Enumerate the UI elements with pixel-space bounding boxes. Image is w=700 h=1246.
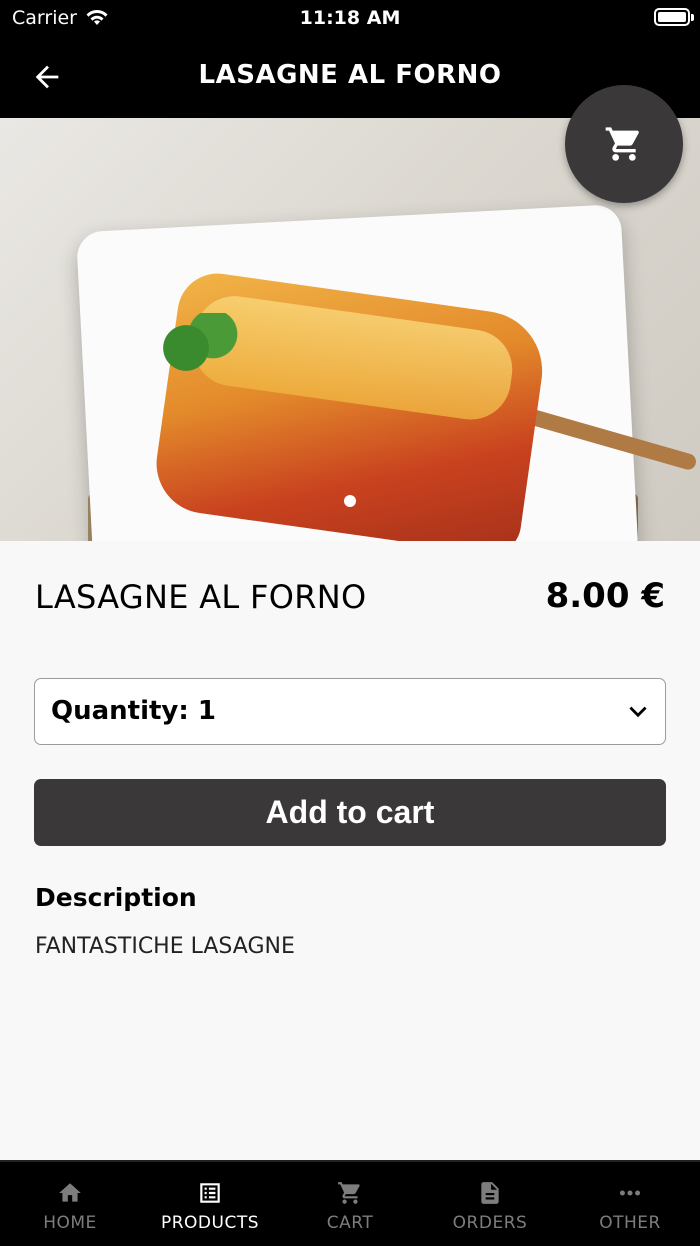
more-icon: [619, 1190, 641, 1196]
quantity-select[interactable]: Quantity: 1: [34, 678, 666, 745]
tab-products-label: PRODUCTS: [160, 1213, 260, 1233]
home-icon: [59, 1183, 81, 1202]
status-bar: Carrier 11:18 AM: [0, 0, 700, 36]
tab-home[interactable]: HOME: [0, 1162, 140, 1246]
tab-home-label: HOME: [43, 1213, 97, 1233]
battery-icon: [654, 8, 694, 26]
tab-other-label: OTHER: [599, 1213, 661, 1233]
description-text: FANTASTICHE LASAGNE: [35, 934, 295, 959]
carousel-page-indicator[interactable]: [344, 495, 356, 507]
product-name: LASAGNE AL FORNO: [35, 578, 367, 616]
cart-icon: [338, 1182, 360, 1204]
document-icon: [481, 1182, 499, 1204]
list-icon: [200, 1183, 220, 1203]
tab-cart-label: CART: [326, 1213, 374, 1233]
tab-other[interactable]: OTHER: [560, 1162, 700, 1246]
add-to-cart-button[interactable]: Add to cart: [34, 779, 666, 846]
tab-orders-label: ORDERS: [452, 1213, 528, 1233]
chevron-down-icon: [629, 706, 647, 718]
page-title: LASAGNE AL FORNO: [198, 60, 502, 90]
herb-garnish: [150, 313, 240, 383]
tab-orders[interactable]: ORDERS: [420, 1162, 560, 1246]
floating-cart-button[interactable]: [565, 85, 683, 203]
tab-cart[interactable]: CART: [280, 1162, 420, 1246]
product-price: 8.00 €: [545, 576, 665, 616]
quantity-label: Quantity: 1: [51, 696, 216, 726]
tab-bar: HOME PRODUCTS CART ORDERS OTHER: [0, 1160, 700, 1246]
description-heading: Description: [35, 883, 197, 912]
tab-products[interactable]: PRODUCTS: [140, 1162, 280, 1246]
cart-icon: [605, 127, 639, 161]
clock: 11:18 AM: [299, 7, 401, 29]
